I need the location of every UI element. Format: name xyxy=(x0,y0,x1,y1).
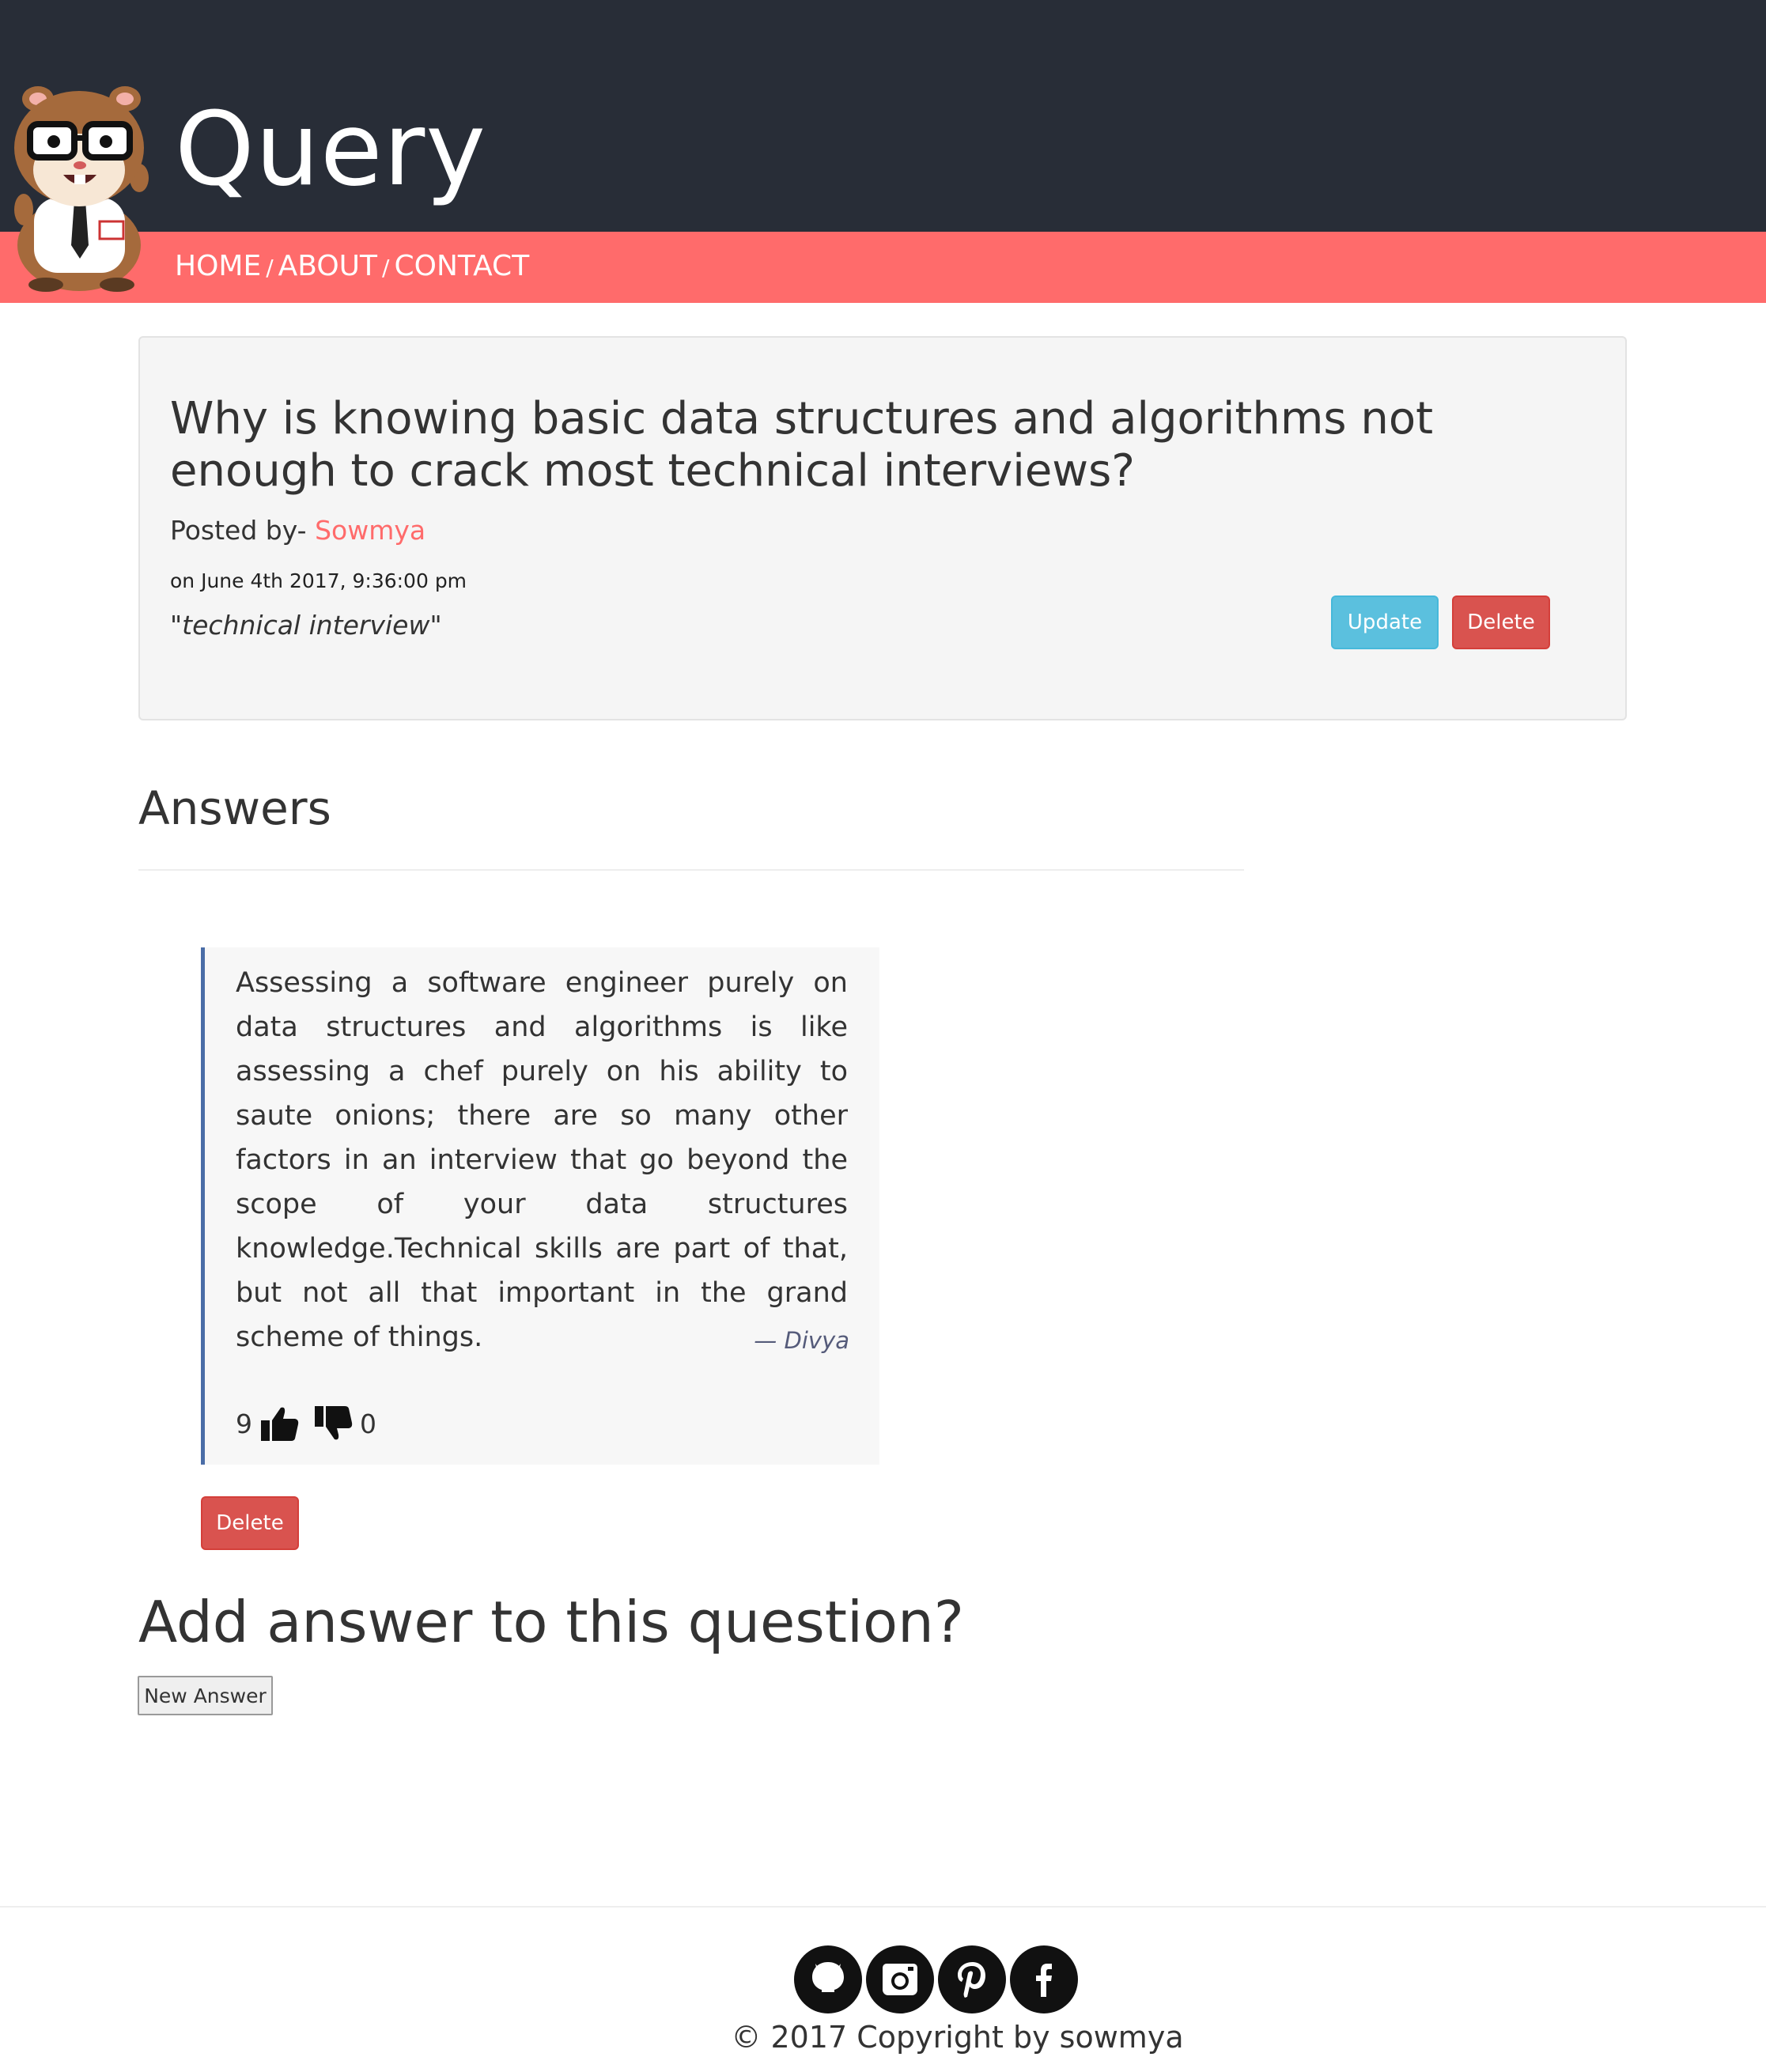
thumbs-down-icon[interactable] xyxy=(312,1403,354,1444)
update-question-button[interactable]: Update xyxy=(1331,596,1439,649)
question-author-link[interactable]: Sowmya xyxy=(315,515,425,546)
nav-separator: / xyxy=(266,255,274,281)
site-brand[interactable]: Query xyxy=(175,87,486,214)
nav-separator: / xyxy=(382,255,390,281)
posted-by: Posted by- Sowmya xyxy=(170,513,425,548)
github-icon[interactable] xyxy=(794,1945,862,2013)
facebook-icon[interactable] xyxy=(1010,1945,1078,2013)
delete-answer-button[interactable]: Delete xyxy=(201,1496,299,1550)
pinterest-icon[interactable] xyxy=(938,1945,1006,2013)
posted-timestamp: on June 4th 2017, 9:36:00 pm xyxy=(170,569,467,592)
footer-divider xyxy=(0,1906,1766,1908)
answer-text: Assessing a software engineer purely on … xyxy=(236,967,848,1353)
answer-author: — Divya xyxy=(754,1327,849,1354)
divider xyxy=(138,869,1244,871)
social-links xyxy=(794,1945,1082,2013)
instagram-icon[interactable] xyxy=(866,1945,934,2013)
nav-links: HOME / ABOUT / CONTACT xyxy=(175,241,529,292)
copyright-text: © 2017 Copyright by sowmya xyxy=(731,2020,1184,2055)
thumbs-up-icon[interactable] xyxy=(259,1403,300,1444)
delete-question-button[interactable]: Delete xyxy=(1452,596,1550,649)
copyright: © 2017 Copyright by sowmya xyxy=(0,2017,1766,2058)
posted-by-label: Posted by- xyxy=(170,515,307,546)
downvote-count: 0 xyxy=(360,1408,376,1439)
add-answer-heading: Add answer to this question? xyxy=(138,1589,964,1655)
hamster-mascot-icon xyxy=(6,83,157,293)
nav-contact-link[interactable]: CONTACT xyxy=(394,250,529,282)
vote-row: 9 0 xyxy=(236,1400,376,1447)
new-answer-button[interactable]: New Answer xyxy=(138,1676,273,1715)
question-panel: Why is knowing basic data structures and… xyxy=(138,336,1627,720)
nav-home-link[interactable]: HOME xyxy=(175,250,261,282)
question-tags: "technical interview" xyxy=(170,610,442,641)
answer-card: Assessing a software engineer purely on … xyxy=(201,947,879,1465)
question-title: Why is knowing basic data structures and… xyxy=(170,393,1434,497)
nav-about-link[interactable]: ABOUT xyxy=(278,250,377,282)
upvote-count: 9 xyxy=(236,1408,252,1439)
answers-heading: Answers xyxy=(138,781,331,835)
